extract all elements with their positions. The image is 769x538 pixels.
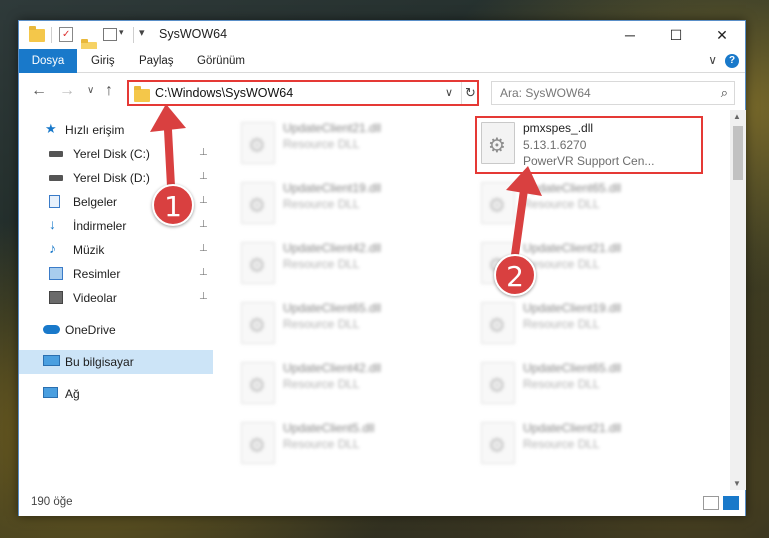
annotation-arrows — [150, 104, 542, 266]
annotation-badge-1: 1 — [152, 184, 194, 226]
arrow-2-head — [506, 166, 542, 196]
arrow-1-head — [150, 104, 186, 132]
arrow-2 — [510, 186, 528, 266]
annotation-badge-2: 2 — [494, 254, 536, 296]
